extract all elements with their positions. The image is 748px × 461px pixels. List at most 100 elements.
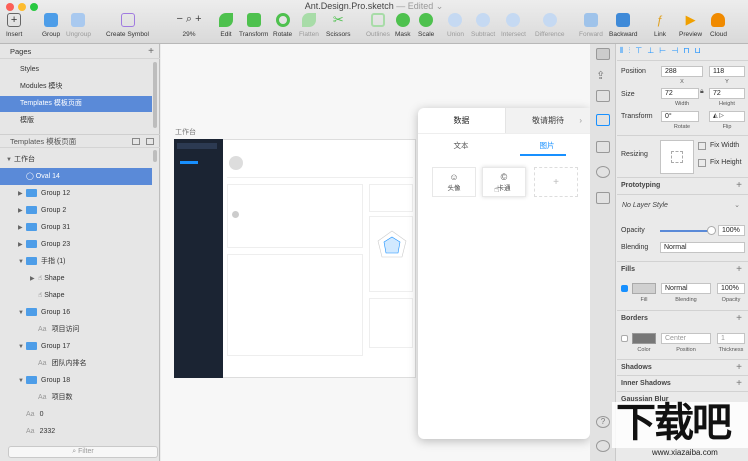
fix-height-icon[interactable] <box>698 159 706 167</box>
opacity-slider[interactable] <box>660 230 712 232</box>
layer-row[interactable]: ▶ ☝ Shape <box>0 270 152 287</box>
card-cartoon[interactable]: © 卡通 <box>482 167 526 197</box>
border-checkbox[interactable] <box>621 335 628 342</box>
fix-width-icon[interactable] <box>698 142 706 150</box>
prototyping-section[interactable]: Prototyping + <box>617 177 748 193</box>
layer-row[interactable]: Aa 项目数 <box>0 389 152 406</box>
page-item-templates[interactable]: Templates 模板页面 <box>0 96 152 112</box>
rotate-field[interactable]: 0° <box>661 111 699 122</box>
disclosure-triangle-icon[interactable]: ▼ <box>18 254 26 271</box>
add-shadow-icon[interactable]: + <box>736 360 742 376</box>
add-card-button[interactable]: + <box>534 167 578 197</box>
disclosure-triangle-icon[interactable]: ▼ <box>6 152 14 169</box>
link-button[interactable]: ƒ Link <box>653 13 667 38</box>
subtract-button[interactable]: Subtract <box>471 13 495 38</box>
fix-height-label[interactable]: Fix Height <box>710 159 742 166</box>
disclosure-triangle-icon[interactable]: ▶ <box>18 203 26 220</box>
forward-button[interactable]: Forward <box>579 13 603 38</box>
create-symbol-button[interactable]: Create Symbol <box>106 13 149 38</box>
scale-button[interactable]: Scale <box>418 13 434 38</box>
edit-button[interactable]: Edit <box>219 13 233 38</box>
inspector-tab-icon[interactable] <box>596 48 610 60</box>
disclosure-triangle-icon[interactable]: ▼ <box>18 373 26 390</box>
fix-width-label[interactable]: Fix Width <box>710 142 739 149</box>
union-button[interactable]: Union <box>447 13 464 38</box>
page-item-modules[interactable]: Modules 模块 <box>0 79 152 95</box>
add-inner-shadow-icon[interactable]: + <box>736 376 742 392</box>
palette-icon[interactable] <box>596 166 610 178</box>
backward-button[interactable]: Backward <box>609 13 638 38</box>
layer-row[interactable]: ◯ Oval 14 <box>0 168 152 185</box>
align-icon[interactable] <box>596 114 610 126</box>
layer-row[interactable]: ▶ Group 31 <box>0 219 152 236</box>
disclosure-triangle-icon[interactable]: ▼ <box>18 305 26 322</box>
settings-icon[interactable] <box>596 440 610 452</box>
transform-button[interactable]: Transform <box>239 13 268 38</box>
layer-row[interactable]: Aa 2332 <box>0 423 152 440</box>
export-icon[interactable]: ⇪ <box>596 69 610 82</box>
layer-row[interactable]: Aa 0 <box>0 406 152 423</box>
intersect-button[interactable]: Intersect <box>501 13 526 38</box>
layer-row[interactable]: ▶ Group 2 <box>0 202 152 219</box>
border-thickness-field[interactable]: 1 <box>717 333 745 344</box>
disclosure-triangle-icon[interactable]: ▶ <box>18 237 26 254</box>
shadows-section[interactable]: Shadows + <box>617 359 748 375</box>
layer-style-select[interactable]: No Layer Style ⌄ <box>617 194 748 216</box>
resizing-control[interactable] <box>660 140 694 174</box>
fill-blend-select[interactable]: Normal <box>661 283 711 294</box>
fill-opacity-field[interactable]: 100% <box>717 283 745 294</box>
y-field[interactable]: 118 <box>709 66 745 77</box>
add-page-icon[interactable]: + <box>148 45 154 59</box>
outlines-button[interactable]: Outlines <box>366 13 390 38</box>
fills-section[interactable]: Fills + <box>617 261 748 277</box>
layer-row[interactable]: ▼ 手指 (1) <box>0 253 152 270</box>
subtab-image[interactable]: 图片 <box>504 140 590 151</box>
mask-button[interactable]: Mask <box>395 13 411 38</box>
add-fill-icon[interactable]: + <box>736 262 742 278</box>
layer-row[interactable]: Aa 团队内排名 <box>0 355 152 372</box>
inner-shadows-section[interactable]: Inner Shadows + <box>617 375 748 391</box>
blending-select[interactable]: Normal <box>660 242 745 253</box>
difference-button[interactable]: Difference <box>535 13 565 38</box>
add-border-icon[interactable]: + <box>736 311 742 327</box>
layers-scrollbar[interactable] <box>153 150 157 162</box>
camera-icon[interactable] <box>596 141 610 153</box>
lock-icon[interactable]: 🔒︎ <box>700 88 704 96</box>
height-field[interactable]: 72 <box>709 88 745 99</box>
tab-coming-soon[interactable]: 敬请期待 › <box>505 108 590 133</box>
layer-row[interactable]: ▶ Group 23 <box>0 236 152 253</box>
add-prototyping-icon[interactable]: + <box>736 178 742 194</box>
subtab-text[interactable]: 文本 <box>418 140 504 151</box>
layer-icon[interactable] <box>596 90 610 102</box>
layer-row[interactable]: ▶ Group 12 <box>0 185 152 202</box>
opacity-slider-handle[interactable] <box>707 226 716 235</box>
disclosure-triangle-icon[interactable]: ▶ <box>30 271 38 288</box>
fill-color-swatch[interactable] <box>632 283 656 294</box>
layer-options-icon[interactable] <box>146 138 154 145</box>
rotate-button[interactable]: Rotate <box>273 13 292 38</box>
layer-row[interactable]: ☝ Shape <box>0 287 152 304</box>
collapse-icon[interactable] <box>132 138 140 145</box>
align-toolbar[interactable]: ⫴⫶⊤⊥⊢⊣⊓⊔ <box>620 46 748 58</box>
group-button[interactable]: Group <box>42 13 60 38</box>
cloud-button[interactable]: Cloud <box>710 13 727 38</box>
flatten-button[interactable]: Flatten <box>299 13 319 38</box>
tab-data[interactable]: 数据 <box>418 108 505 133</box>
zoom-control[interactable]: − ⌕ +29% <box>173 13 205 38</box>
oval-14[interactable] <box>232 211 239 218</box>
borders-section[interactable]: Borders + <box>617 310 748 326</box>
disclosure-triangle-icon[interactable]: ▼ <box>18 339 26 356</box>
layer-row[interactable]: ▼ Group 16 <box>0 304 152 321</box>
help-icon[interactable]: ? <box>596 416 610 428</box>
width-field[interactable]: 72 <box>661 88 699 99</box>
layer-row[interactable]: Aa 项目访问 <box>0 321 152 338</box>
disclosure-triangle-icon[interactable]: ▶ <box>18 186 26 203</box>
artboard-label[interactable]: 工作台 <box>175 127 196 137</box>
grid-icon[interactable] <box>596 192 610 204</box>
page-item-styles[interactable]: Styles <box>0 62 152 78</box>
fill-checkbox[interactable] <box>621 285 628 292</box>
scissors-button[interactable]: ✂ Scissors <box>326 13 351 39</box>
layer-row[interactable]: ▼ Group 17 <box>0 338 152 355</box>
filter-input[interactable]: ⌕ Filter <box>8 446 158 458</box>
x-field[interactable]: 288 <box>661 66 703 77</box>
